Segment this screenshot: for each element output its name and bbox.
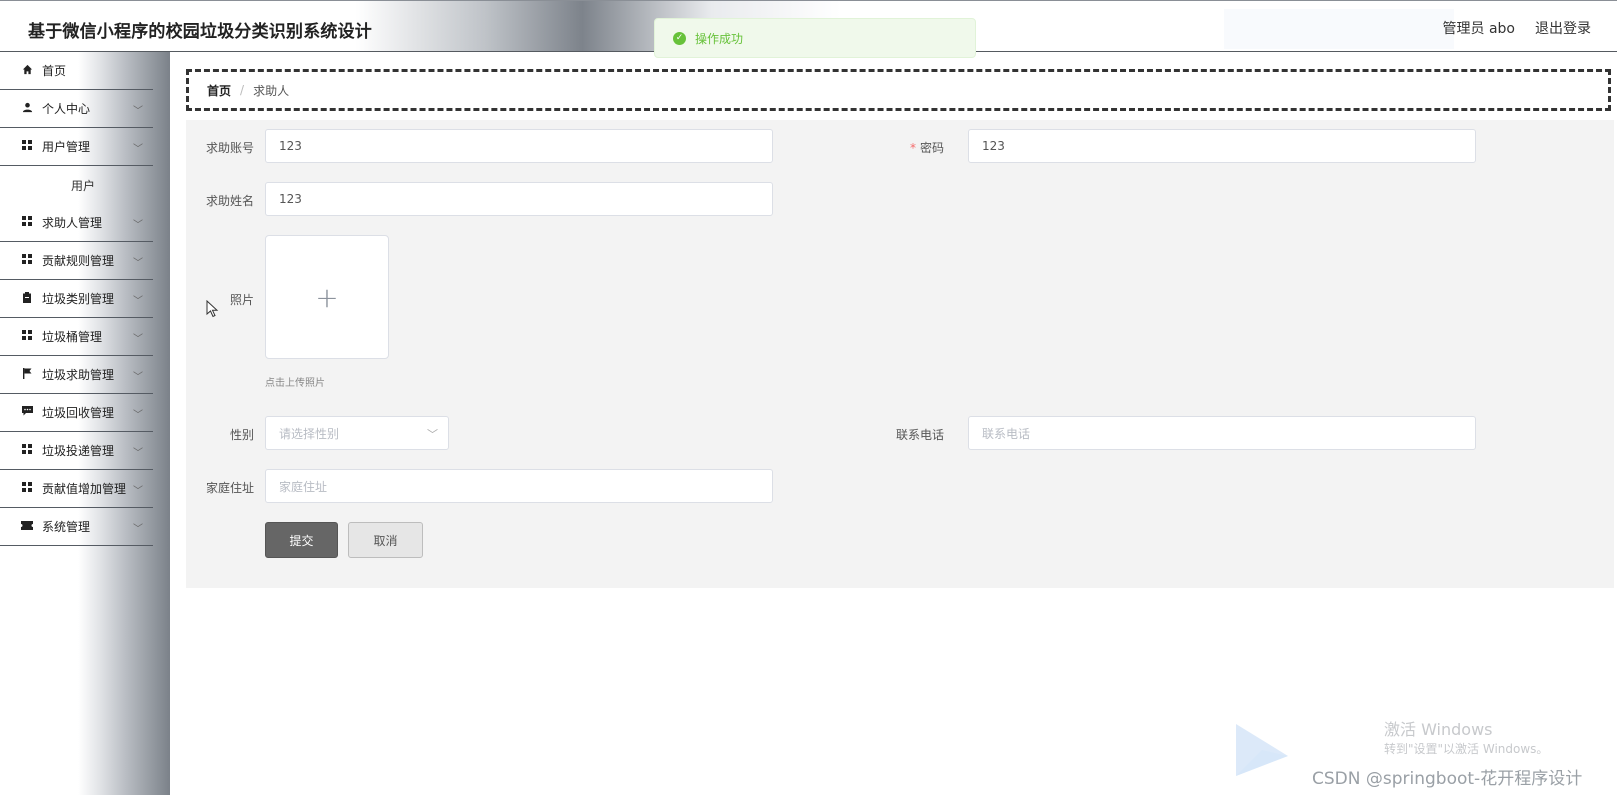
address-input[interactable]: 家庭住址 [265,469,773,503]
password-label-text: 密码 [919,141,944,155]
chevron-up-icon: ﹀ [133,144,143,155]
photo-upload-hint: 点击上传照片 [265,378,325,389]
grid-icon [20,140,34,153]
sidebar-item-label: 首页 [42,64,67,78]
mouse-cursor-icon [206,300,219,318]
sidebar-item-helper-management[interactable]: 求助人管理 ﹀ [0,204,153,242]
sidebar-item-personal-center[interactable]: 个人中心 ﹀ [0,90,153,128]
account-input[interactable]: 123 [265,129,773,163]
name-input[interactable]: 123 [265,182,773,216]
csdn-watermark: CSDN @springboot-花开程序设计 [1312,769,1583,789]
sidebar-item-contribution-increase[interactable]: 贡献值增加管理 ﹀ [0,470,153,508]
sidebar-item-trash-bin[interactable]: 垃圾桶管理 ﹀ [0,318,153,356]
gender-label: 性别 [229,428,254,442]
helper-form: 求助账号 123 * 密码 123 求助姓名 123 照片 + 点击上传照片 性别… [186,120,1614,588]
phone-label: 联系电话 [895,428,944,442]
sidebar-item-home[interactable]: 首页 [0,52,153,90]
sidebar-subitem-label: 用户 [70,178,95,193]
sidebar: 首页 个人中心 ﹀ 用户管理 ﹀ 用户 求助人管理 ﹀ 贡献规则管理 ﹀ 垃圾类… [0,52,170,795]
name-label: 求助姓名 [205,194,254,208]
gender-select-placeholder: 请选择性别 [279,426,340,441]
sidebar-item-garbage-category[interactable]: 垃圾类别管理 ﹀ [0,280,153,318]
grid-icon [20,444,34,457]
windows-activation-subtitle: 转到"设置"以激活 Windows。 [1384,742,1549,756]
breadcrumb-current: 求助人 [253,83,290,98]
sidebar-item-system-management[interactable]: 系统管理 ﹀ [0,508,153,546]
chevron-down-icon: ﹀ [133,220,143,231]
user-icon [20,102,34,116]
check-circle-icon: ✓ [673,31,686,45]
windows-watermark-logo-icon [1236,724,1288,776]
chat-icon [20,406,34,419]
admin-user-label: 管理员 abo [1442,21,1515,37]
app-title: 基于微信小程序的校园垃圾分类识别系统设计 [28,22,372,42]
gender-select[interactable]: 请选择性别 ﹀ [265,416,449,450]
logout-button[interactable]: 退出登录 [1535,18,1591,38]
grid-icon [20,330,34,343]
chevron-down-icon: ﹀ [427,428,438,441]
chevron-down-icon: ﹀ [133,372,143,383]
breadcrumb-separator: / [240,83,245,97]
ticket-icon [20,520,34,533]
photo-upload[interactable]: + [265,235,389,359]
grid-icon [20,482,34,495]
home-icon [20,64,34,78]
header-user-area: 管理员 abo 退出登录 [1443,18,1591,38]
success-toast: ✓ 操作成功 [654,18,976,58]
required-asterisk: * [909,141,916,155]
windows-activation-title: 激活 Windows [1384,720,1493,739]
chevron-down-icon: ﹀ [133,410,143,421]
header-overlay [1224,9,1454,49]
phone-input[interactable]: 联系电话 [968,416,1476,450]
password-label: * 密码 [846,139,944,156]
breadcrumb: 首页 / 求助人 [186,69,1611,111]
chevron-down-icon: ﹀ [133,334,143,345]
chevron-down-icon: ﹀ [133,524,143,535]
breadcrumb-home-link[interactable]: 首页 [207,82,231,99]
chevron-down-icon: ﹀ [133,448,143,459]
grid-icon [20,254,34,267]
photo-label: 照片 [229,293,254,307]
flag-icon [20,367,34,382]
sidebar-subitem-user[interactable]: 用户 [0,166,170,204]
sidebar-item-user-management[interactable]: 用户管理 ﹀ [0,128,153,166]
chevron-down-icon: ﹀ [133,258,143,269]
cancel-button[interactable]: 取消 [348,522,423,558]
clipboard-icon [20,291,34,306]
chevron-down-icon: ﹀ [133,296,143,307]
password-input[interactable]: 123 [968,129,1476,163]
toast-message: 操作成功 [695,31,744,46]
account-label: 求助账号 [205,141,254,155]
sidebar-item-contribution-rules[interactable]: 贡献规则管理 ﹀ [0,242,153,280]
plus-icon: + [315,280,339,314]
sidebar-item-garbage-recycle[interactable]: 垃圾回收管理 ﹀ [0,394,153,432]
address-label: 家庭住址 [205,481,254,495]
chevron-down-icon: ﹀ [133,486,143,497]
submit-button[interactable]: 提交 [265,522,338,558]
sidebar-item-garbage-delivery[interactable]: 垃圾投递管理 ﹀ [0,432,153,470]
grid-icon [20,216,34,229]
sidebar-item-garbage-help[interactable]: 垃圾求助管理 ﹀ [0,356,153,394]
chevron-down-icon: ﹀ [133,106,143,117]
